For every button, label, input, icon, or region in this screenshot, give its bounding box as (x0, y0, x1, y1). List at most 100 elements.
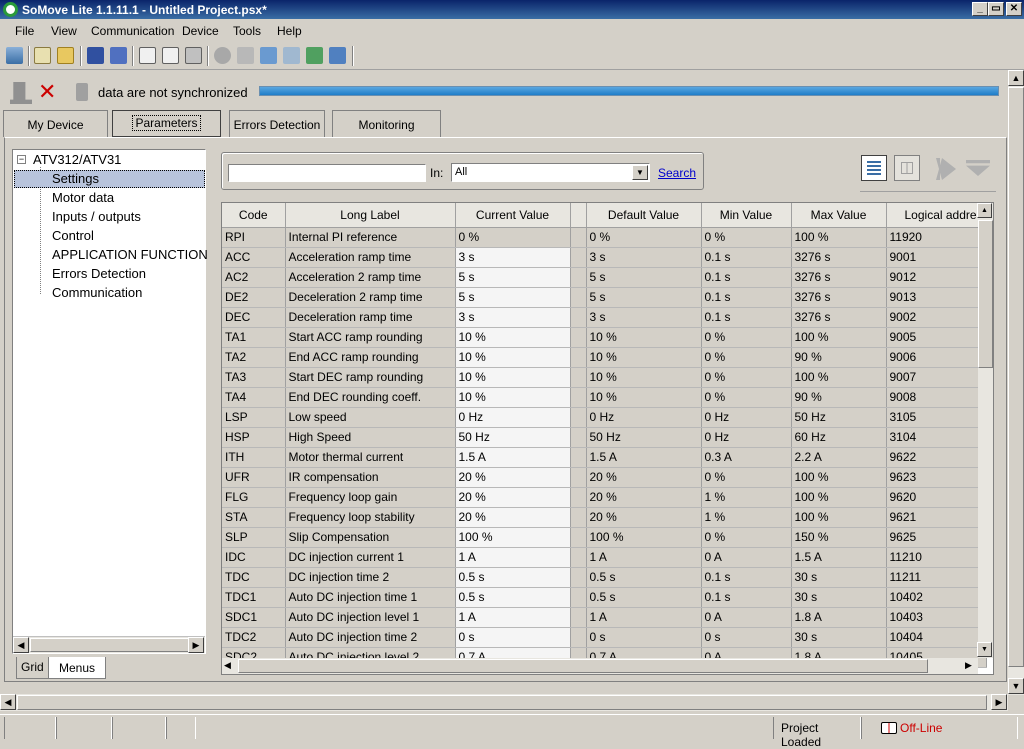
collapse-icon[interactable]: − (17, 155, 26, 164)
tree-root[interactable]: ATV312/ATV31 (33, 152, 121, 167)
home-icon[interactable] (6, 47, 23, 64)
scroll-right-icon[interactable]: ▶ (991, 694, 1007, 710)
cell-current-value[interactable]: 5 s (455, 267, 571, 288)
menu-view[interactable]: View (51, 24, 77, 38)
save-all-icon[interactable] (110, 47, 127, 64)
tree-hscroll-thumb[interactable] (30, 638, 193, 652)
tree-item-control[interactable]: Control (52, 228, 94, 243)
table-row[interactable]: TA3 Start DEC ramp rounding 10 % 10 % 0 % 100… (222, 367, 987, 388)
table-row[interactable]: TA4 End DEC rounding coeff. 10 % 10 % 0 % 90 … (222, 387, 987, 408)
table-row[interactable]: UFR IR compensation 20 % 20 % 0 % 100 % 9623 (222, 467, 987, 488)
cell-current-value[interactable]: 1 A (455, 607, 571, 628)
tree-horizontal-scrollbar[interactable]: ◀ ▶ (13, 636, 205, 653)
table-row[interactable]: RPI Internal PI reference 0 % 0 % 0 % 100 % 11… (222, 227, 987, 248)
table-row[interactable]: DEC Deceleration ramp time 3 s3 s 0.1 s 3276… (222, 307, 987, 328)
cell-current-value[interactable]: 0 % (455, 227, 571, 248)
grid-hscroll-thumb[interactable] (238, 659, 928, 673)
table-row[interactable]: ITH Motor thermal current 1.5 A 1.5 A 0.3 A2… (222, 447, 987, 468)
table-row[interactable]: HSP High Speed 50 Hz 50 Hz 0 Hz 60 Hz 3104 (222, 427, 987, 448)
cell-current-value[interactable]: 10 % (455, 347, 571, 368)
cell-current-value[interactable]: 0 s (455, 627, 571, 648)
column-header-max-value[interactable]: Max Value (791, 203, 887, 228)
window-hscroll-thumb[interactable] (17, 695, 987, 710)
chevron-down-icon[interactable]: ▼ (632, 165, 648, 180)
tree-item-motor-data[interactable]: Motor data (52, 190, 114, 205)
cell-current-value[interactable]: 50 Hz (455, 427, 571, 448)
table-row[interactable]: IDC DC injection current 11 A1 A0 A 1.5 A1… (222, 547, 987, 568)
scroll-left-icon[interactable]: ◀ (0, 694, 16, 710)
scroll-up-icon[interactable]: ▲ (1008, 70, 1024, 86)
table-row[interactable]: TA1 Start ACC ramp rounding 10 % 10 % 0 % 100… (222, 327, 987, 348)
cell-current-value[interactable]: 3 s (455, 247, 571, 268)
print-preview-icon[interactable] (162, 47, 179, 64)
print-icon[interactable] (185, 47, 202, 64)
window-vscroll-thumb[interactable] (1008, 87, 1024, 667)
table-row[interactable]: SLP Slip Compensation 100 % 100 % 0 % 150 % 96… (222, 527, 987, 548)
grid-view-icon[interactable] (861, 155, 887, 181)
filter-select[interactable]: All (451, 163, 650, 182)
tree-item-communication[interactable]: Communication (52, 285, 142, 300)
column-header-current-value[interactable]: Current Value (455, 203, 571, 228)
table-row[interactable]: SDC1 Auto DC injection level 11 A1 A0 A 1.… (222, 607, 987, 628)
cell-current-value[interactable]: 0 Hz (455, 407, 571, 428)
tab-parameters[interactable]: Parameters (112, 110, 221, 137)
search-link[interactable]: Search (658, 166, 696, 180)
column-header-long-label[interactable]: Long Label (285, 203, 456, 228)
scroll-down-icon[interactable]: ▼ (977, 642, 992, 657)
maximize-button[interactable]: ▭ (988, 2, 1004, 16)
tab-my-device[interactable]: My Device (3, 110, 108, 137)
scroll-up-icon[interactable]: ▲ (977, 203, 992, 218)
cell-current-value[interactable]: 20 % (455, 507, 571, 528)
table-row[interactable]: STA Frequency loop stability 20 % 20 % 1 % 10… (222, 507, 987, 528)
table-row[interactable]: TDC2 Auto DC injection time 20 s0 s0 s 30 … (222, 627, 987, 648)
column-header-min-value[interactable]: Min Value (701, 203, 792, 228)
cell-current-value[interactable]: 10 % (455, 367, 571, 388)
cell-current-value[interactable]: 3 s (455, 307, 571, 328)
scroll-left-icon[interactable]: ◀ (224, 660, 231, 671)
search-input[interactable] (228, 164, 426, 182)
tree-item-inputs-outputs[interactable]: Inputs / outputs (52, 209, 141, 224)
cell-current-value[interactable]: 20 % (455, 467, 571, 488)
load-from-device-icon[interactable] (329, 47, 346, 64)
tree-item-settings[interactable]: Settings (52, 171, 99, 186)
menu-device[interactable]: Device (182, 24, 219, 38)
grid-vscroll-thumb[interactable] (978, 220, 993, 368)
table-row[interactable]: ACC Acceleration ramp time 3 s3 s 0.1 s 3276… (222, 247, 987, 268)
tile-view-icon[interactable] (894, 155, 920, 181)
cell-current-value[interactable]: 1.5 A (455, 447, 571, 468)
cell-current-value[interactable]: 10 % (455, 327, 571, 348)
scan-icon[interactable] (237, 47, 254, 64)
cell-current-value[interactable]: 5 s (455, 287, 571, 308)
close-button[interactable]: ✕ (1006, 2, 1022, 16)
cell-current-value[interactable]: 1 A (455, 547, 571, 568)
table-row[interactable]: LSP Low speed 0 Hz 0 Hz 0 Hz 50 Hz 3105 (222, 407, 987, 428)
save-icon[interactable] (87, 47, 104, 64)
menu-help[interactable]: Help (277, 24, 302, 38)
scroll-right-icon[interactable]: ▶ (188, 637, 204, 653)
table-row[interactable]: DE2 Deceleration 2 ramp time 5 s5 s 0.1 s 32… (222, 287, 987, 308)
table-row[interactable]: TDC1 Auto DC injection time 1 0.5 s 0.5 s 0.… (222, 587, 987, 608)
disconnect-icon[interactable] (283, 47, 300, 64)
scroll-right-icon[interactable]: ▶ (965, 660, 972, 671)
menu-file[interactable]: File (15, 24, 34, 38)
window-vertical-scrollbar[interactable]: ▲ ▼ (1008, 70, 1024, 695)
minimize-button[interactable]: _ (972, 2, 988, 16)
tab-errors-detection[interactable]: Errors Detection (229, 110, 325, 137)
connect-icon[interactable] (260, 47, 277, 64)
window-horizontal-scrollbar[interactable]: ◀ ▶ (0, 694, 1008, 711)
tab-menus[interactable]: Menus (48, 657, 106, 679)
tab-monitoring[interactable]: Monitoring (332, 110, 441, 137)
cell-current-value[interactable]: 100 % (455, 527, 571, 548)
cell-current-value[interactable]: 20 % (455, 487, 571, 508)
cell-current-value[interactable]: 0.5 s (455, 567, 571, 588)
cell-current-value[interactable]: 0.5 s (455, 587, 571, 608)
scroll-down-icon[interactable]: ▼ (1008, 678, 1024, 694)
cell-current-value[interactable]: 10 % (455, 387, 571, 408)
tab-grid[interactable]: Grid (16, 657, 50, 679)
table-row[interactable]: TA2 End ACC ramp rounding 10 % 10 % 0 % 90 % 9… (222, 347, 987, 368)
column-header-code[interactable]: Code (222, 203, 286, 228)
scroll-left-icon[interactable]: ◀ (13, 637, 29, 653)
table-row[interactable]: AC2 Acceleration 2 ramp time 5 s5 s 0.1 s 32… (222, 267, 987, 288)
stop-icon[interactable] (214, 47, 231, 64)
store-to-device-icon[interactable] (306, 47, 323, 64)
